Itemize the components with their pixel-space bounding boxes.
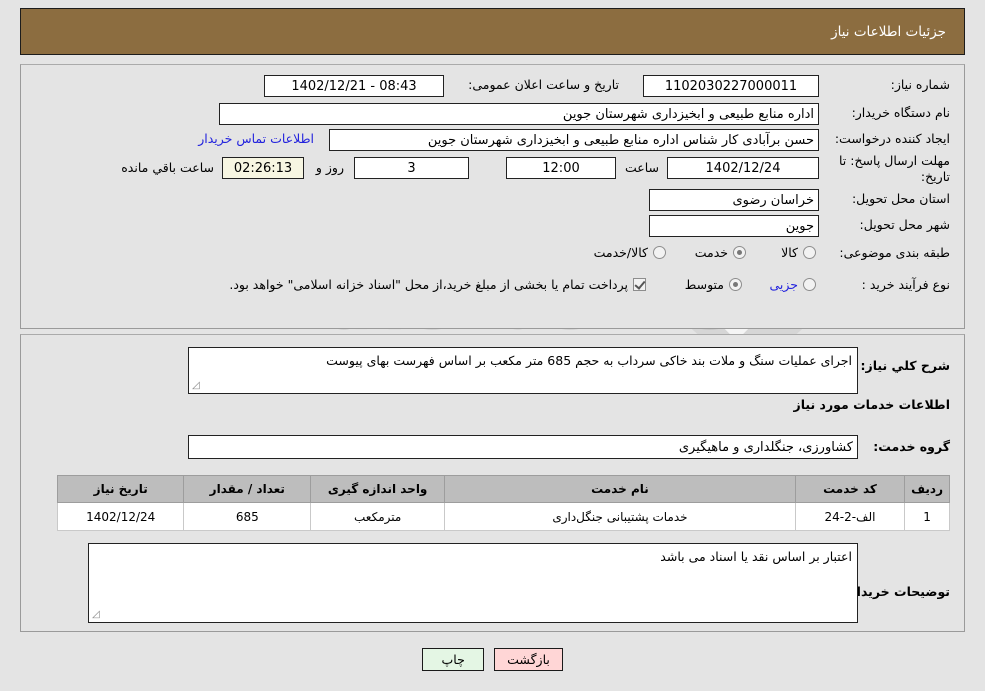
buyer-org-row: نام دستگاه خریدار:: [852, 105, 950, 121]
table-row: 1 الف-2-24 خدمات پشتیبانی جنگل‌داری مترم…: [56, 502, 950, 531]
radio-category-khedmat-label: خدمت: [694, 245, 728, 260]
category-row: طبقه بندی موضوعی:: [839, 245, 950, 261]
cell-code: الف-2-24: [794, 502, 906, 531]
radio-purchase-motevaset[interactable]: متوسط: [685, 277, 742, 292]
radio-purchase-motevaset-dot[interactable]: [729, 278, 742, 291]
radio-category-kala-label: کالا: [781, 245, 798, 260]
back-button[interactable]: بازگشت: [494, 648, 563, 671]
announce-datetime-row: تاریخ و ساعت اعلان عمومی:: [468, 77, 619, 93]
cell-unit: مترمکعب: [310, 502, 446, 531]
radio-purchase-motevaset-label: متوسط: [684, 277, 724, 292]
radio-category-khedmat-dot[interactable]: [733, 246, 746, 259]
radio-category-kala-dot[interactable]: [803, 246, 816, 259]
hour-value: 12:00: [506, 157, 616, 179]
city-value: جوین: [649, 215, 819, 237]
radio-purchase-jozee[interactable]: جزیی: [769, 277, 816, 292]
buyer-org-value: اداره منابع طبیعی و ابخیزداری شهرستان جو…: [219, 103, 819, 125]
action-buttons: بازگشت چاپ: [0, 648, 985, 671]
radio-purchase-jozee-dot[interactable]: [803, 278, 816, 291]
th-index: ردیف: [904, 475, 950, 503]
purchase-type-row: نوع فرآیند خرید :: [862, 277, 950, 293]
announce-datetime-label: تاریخ و ساعت اعلان عمومی:: [468, 77, 619, 92]
th-date: تاریخ نیاز: [56, 475, 185, 503]
remaining-label: ساعت باقي مانده: [121, 160, 214, 175]
buyer-notes-label: توضیحات خریدار:: [844, 584, 950, 599]
deadline-row: مهلت ارسال پاسخ: تا تاریخ:: [825, 153, 950, 186]
city-label: شهر محل تحویل:: [859, 217, 950, 232]
days-and-label: روز و: [315, 160, 344, 175]
radio-category-kala-khedmat-dot[interactable]: [653, 246, 666, 259]
deadline-date-value: 1402/12/24: [667, 157, 819, 179]
province-label: استان محل تحویل:: [851, 191, 950, 206]
province-row: استان محل تحویل:: [852, 191, 950, 207]
cell-name: خدمات پشتیبانی جنگل‌داری: [444, 502, 796, 531]
th-name: نام خدمت: [444, 475, 796, 503]
general-desc-textarea[interactable]: اجرای عملیات سنگ و ملات بند خاکی سرداب ب…: [188, 347, 858, 394]
need-details-panel: شرح کلي نیاز: اجرای عملیات سنگ و ملات بن…: [20, 334, 965, 632]
page-title: جزئیات اطلاعات نیاز: [20, 8, 965, 55]
province-value: خراسان رضوی: [649, 189, 819, 211]
general-desc-text: اجرای عملیات سنگ و ملات بند خاکی سرداب ب…: [326, 353, 852, 368]
buyer-org-label: نام دستگاه خریدار:: [851, 105, 950, 120]
buyer-contact-link[interactable]: اطلاعات تماس خریدار: [198, 131, 314, 146]
buyer-notes-text: اعتبار بر اساس نقد یا اسناد می باشد: [660, 549, 852, 564]
deadline-label: مهلت ارسال پاسخ: تا تاریخ:: [839, 153, 950, 185]
radio-purchase-jozee-label: جزیی: [769, 277, 798, 292]
radio-category-kala-khedmat[interactable]: کالا/خدمت: [594, 245, 666, 260]
resize-grip-icon[interactable]: ◺: [192, 380, 202, 391]
need-number-value: 1102030227000011: [643, 75, 819, 97]
checkbox-treasury-docs-label: پرداخت تمام یا بخشی از مبلغ خرید،از محل …: [229, 277, 628, 292]
services-table: ردیف کد خدمت نام خدمت واحد اندازه گیری ت…: [56, 475, 950, 531]
need-number-row: شماره نیاز:: [891, 77, 950, 93]
page-root: W AriaTender.net جزئیات اطلاعات نیاز شما…: [0, 0, 985, 691]
radio-category-kala[interactable]: کالا: [781, 245, 816, 260]
cell-date: 1402/12/24: [56, 502, 185, 531]
need-info-panel: شماره نیاز: 1102030227000011 تاریخ و ساع…: [20, 64, 965, 329]
print-button[interactable]: چاپ: [422, 648, 485, 671]
th-unit: واحد اندازه گیری: [310, 475, 446, 503]
buyer-notes-textarea[interactable]: اعتبار بر اساس نقد یا اسناد می باشد ◺: [88, 543, 858, 623]
cell-index: 1: [904, 502, 950, 531]
creator-value: حسن برآبادی کار شناس اداره منابع طبیعی و…: [329, 129, 819, 151]
city-row: شهر محل تحویل:: [860, 217, 950, 233]
service-group-label: گروه خدمت:: [873, 439, 950, 454]
services-info-title: اطلاعات خدمات مورد نیاز: [793, 397, 951, 412]
checkbox-treasury-docs[interactable]: پرداخت تمام یا بخشی از مبلغ خرید،از محل …: [229, 277, 646, 292]
announce-datetime-value: 08:43 - 1402/12/21: [264, 75, 444, 97]
table-header-row: ردیف کد خدمت نام خدمت واحد اندازه گیری ت…: [56, 475, 950, 503]
need-number-label: شماره نیاز:: [890, 77, 950, 92]
th-code: کد خدمت: [794, 475, 906, 503]
cell-qty: 685: [183, 502, 312, 531]
countdown-timer: 02:26:13: [222, 157, 304, 179]
resize-grip-icon-2[interactable]: ◺: [92, 609, 102, 620]
th-qty: تعداد / مقدار: [183, 475, 312, 503]
page-title-text: جزئیات اطلاعات نیاز: [831, 23, 946, 40]
purchase-type-label: نوع فرآیند خرید :: [861, 277, 950, 292]
category-label: طبقه بندی موضوعی:: [839, 245, 950, 260]
days-value: 3: [354, 157, 469, 179]
creator-label: ایجاد کننده درخواست:: [834, 131, 950, 146]
radio-category-kala-khedmat-label: کالا/خدمت: [593, 245, 648, 260]
creator-row: ایجاد کننده درخواست:: [835, 131, 950, 147]
hour-label: ساعت: [624, 160, 659, 175]
checkbox-treasury-docs-box[interactable]: [633, 278, 646, 291]
general-desc-label: شرح کلي نیاز:: [860, 358, 950, 373]
radio-category-khedmat[interactable]: خدمت: [695, 245, 746, 260]
service-group-value: کشاورزی، جنگلداری و ماهیگیری: [188, 435, 858, 459]
